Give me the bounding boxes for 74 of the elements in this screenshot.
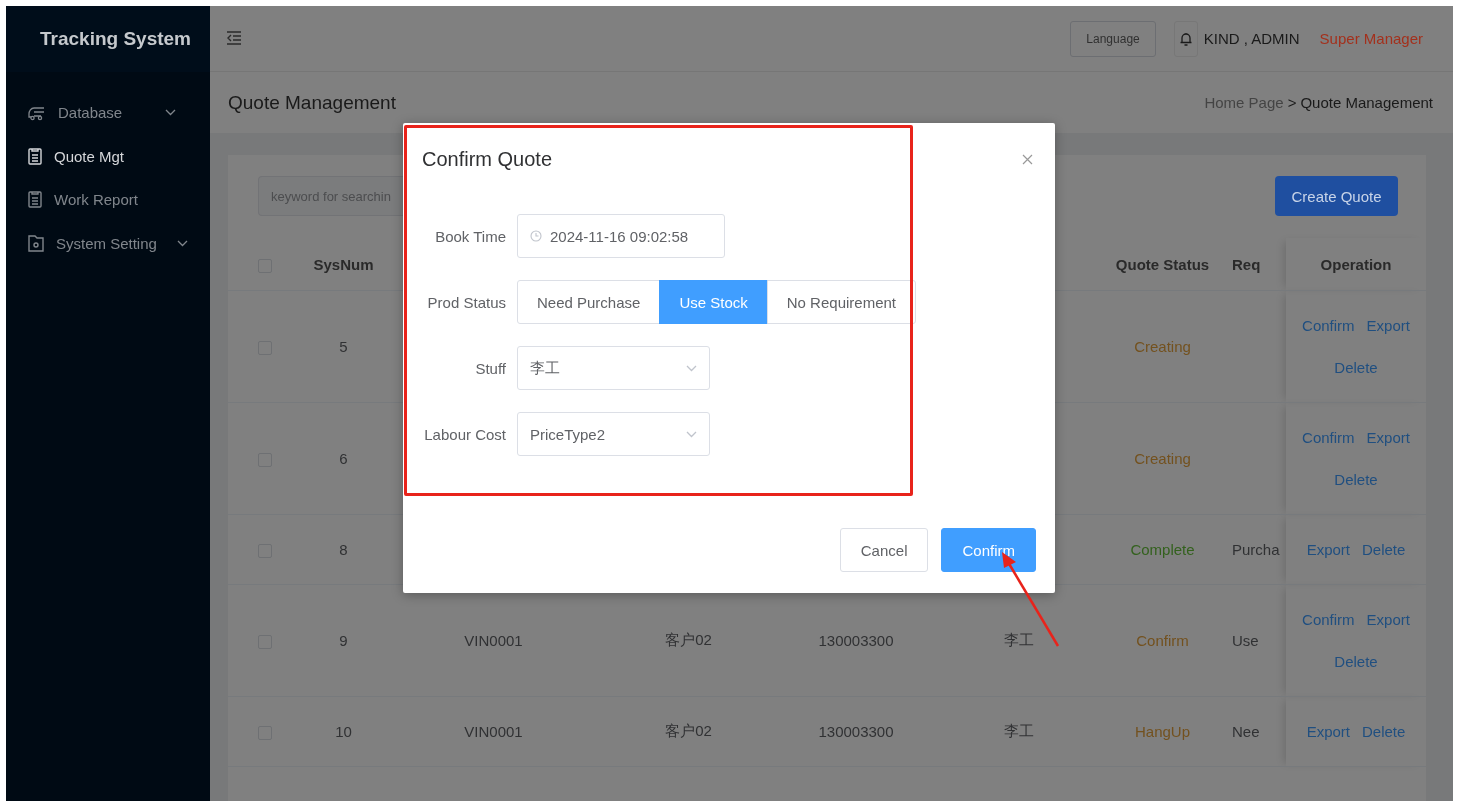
close-icon[interactable] (1022, 153, 1033, 165)
document-icon (28, 191, 42, 209)
status-text: HangUp (1134, 723, 1190, 740)
folder-gear-icon (28, 234, 44, 252)
field-label: Stuff (474, 359, 507, 377)
select-field[interactable]: 李工 (517, 346, 710, 390)
status-text: Creating (1134, 338, 1191, 355)
operation-link[interactable]: Confirm (1302, 315, 1355, 336)
table-cell: 10 (335, 723, 352, 740)
operation-link[interactable]: Confirm (1302, 427, 1355, 448)
status-text: Confirm (1136, 632, 1189, 649)
breadcrumb-separator: > (1287, 94, 1297, 111)
field-label: Prod Status (426, 293, 507, 311)
page-title: Quote Management (228, 91, 397, 114)
table-cell: 130003300 (818, 723, 894, 740)
radio-option-button[interactable]: No Requirement (766, 280, 916, 324)
notification-button[interactable] (1173, 20, 1198, 57)
column-header: Req (1232, 255, 1261, 273)
create-quote-button[interactable]: Create Quote (1275, 176, 1398, 216)
sidebar-item[interactable]: Database (6, 91, 210, 135)
date-time-field[interactable]: 2024-11-16 09:02:58 (517, 214, 725, 258)
radio-option-button[interactable]: Need Purchase (517, 280, 661, 324)
sidebar-item[interactable]: Quote Mgt (6, 134, 210, 178)
table-cell: 李工 (1003, 722, 1034, 739)
operation-link[interactable]: Export (1306, 539, 1350, 560)
table-cell: 130003300 (818, 632, 894, 649)
column-header: Quote Status (1115, 255, 1210, 273)
table-cell: 客户02 (665, 631, 712, 648)
operation-link[interactable]: Delete (1362, 539, 1406, 560)
table-cell: VIN0001 (464, 723, 523, 740)
menu-fold-icon[interactable] (226, 31, 242, 46)
document-icon (28, 147, 42, 165)
operation-link[interactable]: Delete (1334, 469, 1378, 490)
language-button[interactable]: Language (1070, 20, 1156, 57)
operation-link[interactable]: Export (1366, 427, 1410, 448)
column-header: SysNum (313, 255, 374, 273)
table-cell: 客户02 (665, 722, 712, 739)
radio-option-button[interactable]: Use Stock (659, 280, 768, 324)
sidebar-item[interactable]: System Setting (6, 221, 210, 265)
chevron-down-icon (686, 430, 697, 438)
table-cell: Nee (1232, 723, 1260, 740)
cancel-button[interactable]: Cancel (839, 528, 929, 572)
chevron-down-icon (686, 364, 697, 372)
table-cell: Use (1232, 632, 1259, 649)
confirm-button[interactable]: Confirm (941, 528, 1036, 572)
operation-link[interactable]: Export (1306, 721, 1350, 742)
table-cell: VIN0001 (464, 632, 523, 649)
status-text: Creating (1134, 450, 1191, 467)
column-header: Operation (1320, 255, 1392, 273)
operation-link[interactable]: Export (1366, 609, 1410, 630)
operation-link[interactable]: Delete (1362, 721, 1406, 742)
clock-icon (530, 230, 542, 242)
table-cell: 8 (339, 541, 348, 558)
field-label: Book Time (434, 227, 507, 245)
operation-link[interactable]: Confirm (1302, 609, 1355, 630)
table-cell: 李工 (1003, 631, 1034, 648)
user-role: Super Manager (1319, 30, 1423, 47)
operation-link[interactable]: Delete (1334, 357, 1378, 378)
user-name: KIND , ADMIN (1203, 30, 1300, 47)
status-text: Complete (1130, 541, 1195, 558)
operation-link[interactable]: Delete (1334, 651, 1378, 672)
bell-icon (1179, 31, 1192, 46)
sidebar-item[interactable]: Work Report (6, 178, 210, 222)
table-cell: Purcha (1232, 541, 1280, 558)
table-cell: 6 (339, 450, 348, 467)
select-field[interactable]: PriceType2 (517, 412, 710, 456)
table-cell: 9 (339, 632, 348, 649)
operation-link[interactable]: Export (1366, 315, 1410, 336)
table-cell: 5 (339, 338, 348, 355)
app-title: Tracking System (40, 28, 192, 50)
breadcrumb-link[interactable]: Home Page (1204, 94, 1284, 111)
field-label: Labour Cost (423, 425, 507, 443)
dialog-title: Confirm Quote (422, 147, 554, 171)
truck-icon (28, 104, 46, 121)
